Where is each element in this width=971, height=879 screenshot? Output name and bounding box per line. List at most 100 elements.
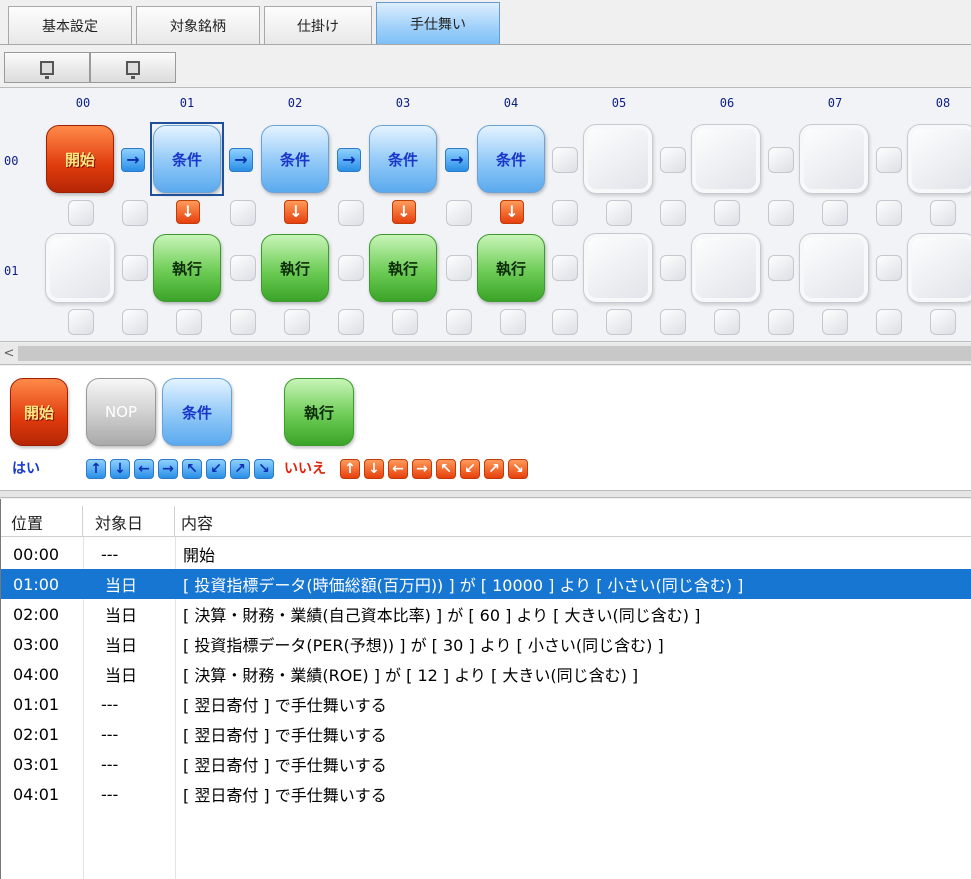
scrollbar-thumb[interactable] [18,346,971,361]
yes-arrow-up-right-icon[interactable]: ↗ [230,459,250,479]
empty-arrow-slot[interactable] [338,255,364,281]
empty-arrow-slot[interactable] [122,200,148,226]
empty-arrow-slot[interactable] [446,200,472,226]
empty-block-slot[interactable] [583,233,653,303]
empty-arrow-slot[interactable] [660,255,686,281]
empty-arrow-slot[interactable] [822,200,848,226]
empty-arrow-slot[interactable] [392,309,418,335]
yes-arrow-right-icon[interactable]: → [158,459,178,479]
empty-arrow-slot[interactable] [768,147,794,173]
table-row[interactable]: 02:00 当日 [ 決算・財務・業績(自己資本比率) ] が [ 60 ] よ… [1,599,971,629]
empty-block-slot[interactable] [583,124,653,194]
flow-block-condition[interactable]: 条件 [261,125,329,193]
empty-arrow-slot[interactable] [606,200,632,226]
table-row[interactable]: 03:01 --- [ 翌日寄付 ] で手仕舞いする [1,749,971,779]
no-arrow-right-icon[interactable]: → [412,459,432,479]
scroll-left-icon[interactable]: < [0,343,18,364]
palette-block-nop[interactable]: NOP [86,378,156,446]
empty-arrow-slot[interactable] [768,200,794,226]
empty-arrow-slot[interactable] [660,200,686,226]
empty-block-slot[interactable] [907,233,971,303]
yes-arrow-down-right-icon[interactable]: ↘ [254,459,274,479]
empty-arrow-slot[interactable] [714,200,740,226]
arrow-right-icon[interactable]: → [121,148,145,172]
palette-block-execute[interactable]: 執行 [284,378,354,446]
no-arrow-left-icon[interactable]: ← [388,459,408,479]
monitor-button-1[interactable] [4,52,90,83]
table-row[interactable]: 01:00 当日 [ 投資指標データ(時価総額(百万円)) ] が [ 1000… [1,569,971,599]
column-header-target-day[interactable]: 対象日 [83,506,175,537]
empty-arrow-slot[interactable] [714,309,740,335]
yes-arrow-down-icon[interactable]: ↓ [110,459,130,479]
empty-arrow-slot[interactable] [284,309,310,335]
empty-arrow-slot[interactable] [230,309,256,335]
column-header-position[interactable]: 位置 [1,506,83,537]
empty-arrow-slot[interactable] [876,200,902,226]
no-arrow-down-left-icon[interactable]: ↙ [460,459,480,479]
flow-grid[interactable]: 00 01 02 03 04 05 06 07 08 00 01 開始 → 条件… [0,87,971,342]
monitor-button-2[interactable] [90,52,176,83]
empty-arrow-slot[interactable] [500,309,526,335]
no-arrow-up-icon[interactable]: ↑ [340,459,360,479]
empty-arrow-slot[interactable] [552,309,578,335]
empty-arrow-slot[interactable] [876,309,902,335]
empty-arrow-slot[interactable] [176,309,202,335]
arrow-right-icon[interactable]: → [337,148,361,172]
palette-block-condition[interactable]: 条件 [162,378,232,446]
empty-arrow-slot[interactable] [660,309,686,335]
empty-arrow-slot[interactable] [606,309,632,335]
tab-entry[interactable]: 仕掛け [264,6,372,44]
table-row[interactable]: 02:01 --- [ 翌日寄付 ] で手仕舞いする [1,719,971,749]
table-row[interactable]: 01:01 --- [ 翌日寄付 ] で手仕舞いする [1,689,971,719]
empty-block-slot[interactable] [691,233,761,303]
empty-block-slot[interactable] [799,124,869,194]
empty-arrow-slot[interactable] [338,200,364,226]
arrow-down-icon[interactable]: ↓ [500,200,524,224]
condition-table[interactable]: 位置 対象日 内容 00:00 --- 開始 01:00 当日 [ 投資指標デー… [0,499,971,879]
arrow-down-icon[interactable]: ↓ [176,200,200,224]
empty-arrow-slot[interactable] [230,255,256,281]
arrow-right-icon[interactable]: → [229,148,253,172]
flow-block-condition[interactable]: 条件 [477,125,545,193]
yes-arrow-left-icon[interactable]: ← [134,459,154,479]
empty-arrow-slot[interactable] [122,255,148,281]
flow-block-start[interactable]: 開始 [46,125,114,193]
table-row[interactable]: 00:00 --- 開始 [1,539,971,569]
flow-block-execute[interactable]: 執行 [153,234,221,302]
empty-arrow-slot[interactable] [876,147,902,173]
flow-block-execute[interactable]: 執行 [261,234,329,302]
empty-block-slot[interactable] [907,124,971,194]
empty-arrow-slot[interactable] [68,309,94,335]
column-header-content[interactable]: 内容 [175,506,971,537]
empty-arrow-slot[interactable] [552,255,578,281]
empty-block-slot[interactable] [799,233,869,303]
empty-arrow-slot[interactable] [68,200,94,226]
empty-arrow-slot[interactable] [768,309,794,335]
empty-arrow-slot[interactable] [552,200,578,226]
table-row[interactable]: 04:00 当日 [ 決算・財務・業績(ROE) ] が [ 12 ] より [… [1,659,971,689]
yes-arrow-down-left-icon[interactable]: ↙ [206,459,226,479]
panel-splitter[interactable] [0,490,971,498]
arrow-down-icon[interactable]: ↓ [284,200,308,224]
empty-arrow-slot[interactable] [768,255,794,281]
yes-arrow-up-left-icon[interactable]: ↖ [182,459,202,479]
empty-arrow-slot[interactable] [930,309,956,335]
arrow-down-icon[interactable]: ↓ [392,200,416,224]
empty-arrow-slot[interactable] [446,255,472,281]
empty-arrow-slot[interactable] [122,309,148,335]
no-arrow-up-right-icon[interactable]: ↗ [484,459,504,479]
flow-block-execute[interactable]: 執行 [369,234,437,302]
empty-arrow-slot[interactable] [552,147,578,173]
empty-arrow-slot[interactable] [822,309,848,335]
empty-block-slot[interactable] [691,124,761,194]
tab-basic-settings[interactable]: 基本設定 [8,6,132,44]
no-arrow-up-left-icon[interactable]: ↖ [436,459,456,479]
tab-exit[interactable]: 手仕舞い [376,2,500,44]
arrow-right-icon[interactable]: → [445,148,469,172]
empty-arrow-slot[interactable] [230,200,256,226]
empty-arrow-slot[interactable] [876,255,902,281]
table-row[interactable]: 04:01 --- [ 翌日寄付 ] で手仕舞いする [1,779,971,809]
flow-block-execute[interactable]: 執行 [477,234,545,302]
no-arrow-down-right-icon[interactable]: ↘ [508,459,528,479]
yes-arrow-up-icon[interactable]: ↑ [86,459,106,479]
